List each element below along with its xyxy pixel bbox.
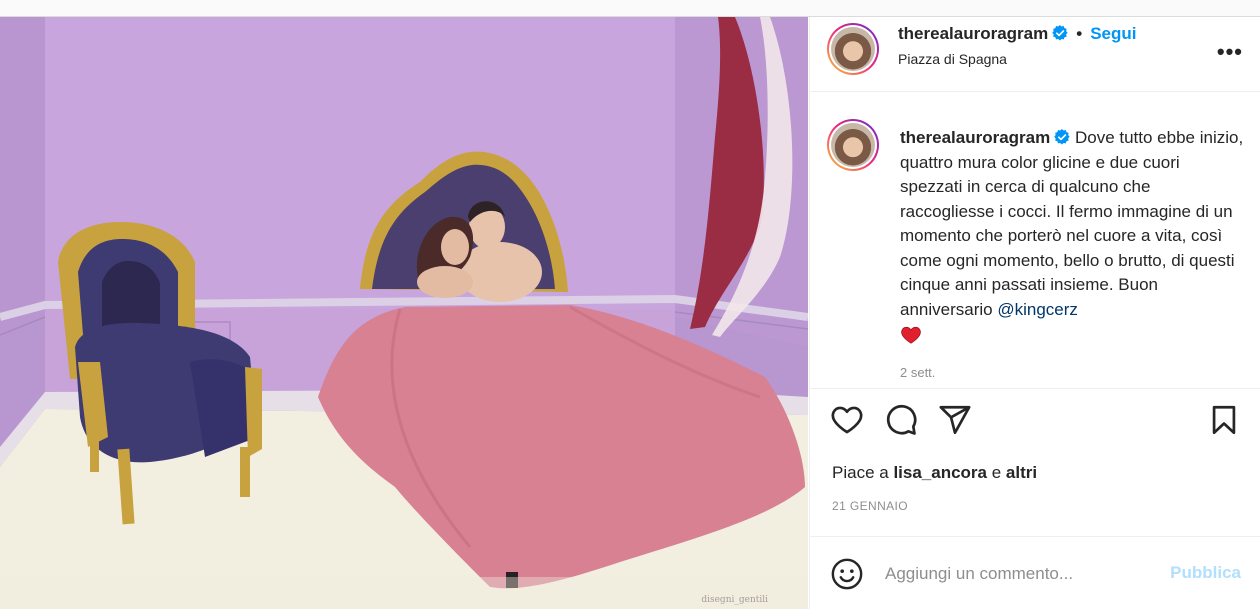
action-bar (810, 397, 1260, 447)
profile-avatar[interactable] (827, 23, 879, 75)
likes-joiner: e (987, 463, 1006, 482)
post-image[interactable]: disegni_gentili (0, 17, 808, 609)
likes-line: Piace a lisa_ancora e altri (832, 463, 1037, 483)
caption-avatar[interactable] (827, 119, 879, 171)
smiley-icon[interactable] (830, 557, 864, 591)
comment-bar: Pubblica (810, 536, 1260, 609)
separator-dot: • (1076, 24, 1083, 43)
comment-bubble-icon[interactable] (884, 403, 918, 437)
follow-button[interactable]: Segui (1090, 24, 1136, 43)
post-header: therealauroragram • Segui Piazza di Spagna… (810, 17, 1260, 92)
illustration (0, 17, 808, 609)
post-date[interactable]: 21 GENNAIO (832, 499, 908, 513)
caption-username[interactable]: therealauroragram (900, 128, 1050, 147)
comment-input[interactable] (885, 559, 1155, 589)
caption-section: therealauroragram Dove tutto ebbe inizio… (810, 93, 1260, 389)
liked-by-user-link[interactable]: lisa_ancora (893, 463, 987, 482)
bookmark-icon[interactable] (1207, 403, 1241, 437)
artist-signature: disegni_gentili (701, 595, 768, 605)
verified-badge-icon (1054, 129, 1070, 145)
post-location[interactable]: Piazza di Spagna (898, 51, 1007, 67)
verified-badge-icon (1052, 25, 1068, 41)
post-sidebar: therealauroragram • Segui Piazza di Spagna… (809, 17, 1260, 609)
caption-text: therealauroragram Dove tutto ebbe inizio… (900, 126, 1245, 346)
more-options-icon[interactable]: ••• (1217, 39, 1243, 65)
paper-plane-icon[interactable] (938, 403, 972, 437)
heart-icon[interactable] (830, 403, 864, 437)
likes-prefix: Piace a (832, 463, 894, 482)
publish-button[interactable]: Pubblica (1170, 563, 1241, 583)
red-heart-icon (901, 326, 921, 344)
others-link[interactable]: altri (1006, 463, 1037, 482)
post-container: disegni_gentili therealauroragram • Segui … (0, 16, 1260, 609)
mention-link[interactable]: @kingcerz (997, 300, 1078, 319)
caption-timestamp[interactable]: 2 sett. (900, 365, 935, 380)
profile-username[interactable]: therealauroragram (898, 24, 1048, 43)
caption-body: Dove tutto ebbe inizio, quattro mura col… (900, 128, 1244, 319)
header-user-line: therealauroragram • Segui (898, 24, 1136, 44)
